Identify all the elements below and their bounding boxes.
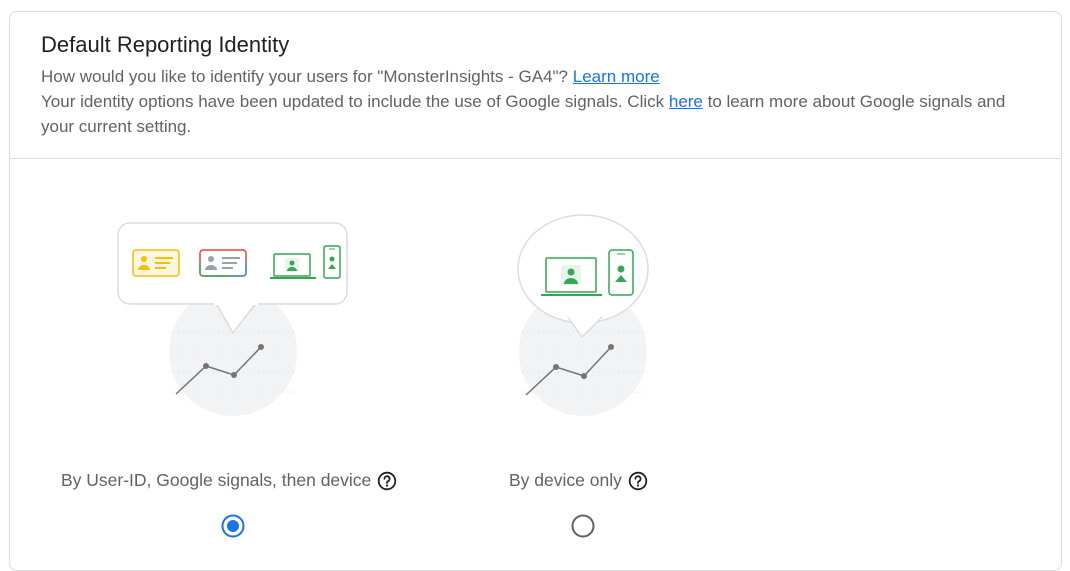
page-title: Default Reporting Identity (41, 32, 290, 57)
radio-device-only[interactable] (571, 514, 595, 538)
question-text: How would you like to identify your user… (41, 67, 569, 86)
here-link[interactable]: here (669, 92, 703, 111)
help-circle-icon[interactable] (377, 471, 397, 491)
device-only-illustration (517, 214, 649, 416)
option-label-user-id: By User-ID, Google signals, then device (61, 470, 397, 491)
radio-user-id-signals-device[interactable] (221, 514, 245, 538)
option-label-device-only: By device only (509, 470, 648, 491)
card-header: Default Reporting Identity How would you… (10, 12, 1061, 159)
help-circle-icon[interactable] (628, 471, 648, 491)
reporting-identity-card: Default Reporting Identity How would you… (9, 11, 1062, 571)
description: How would you like to identify your user… (41, 64, 1041, 139)
option-text-user-id: By User-ID, Google signals, then device (61, 470, 372, 490)
update-text-prefix: Your identity options have been updated … (41, 92, 665, 111)
learn-more-link[interactable]: Learn more (573, 67, 660, 86)
option-text-device-only: By device only (509, 470, 622, 490)
user-id-signals-device-illustration (117, 222, 348, 416)
